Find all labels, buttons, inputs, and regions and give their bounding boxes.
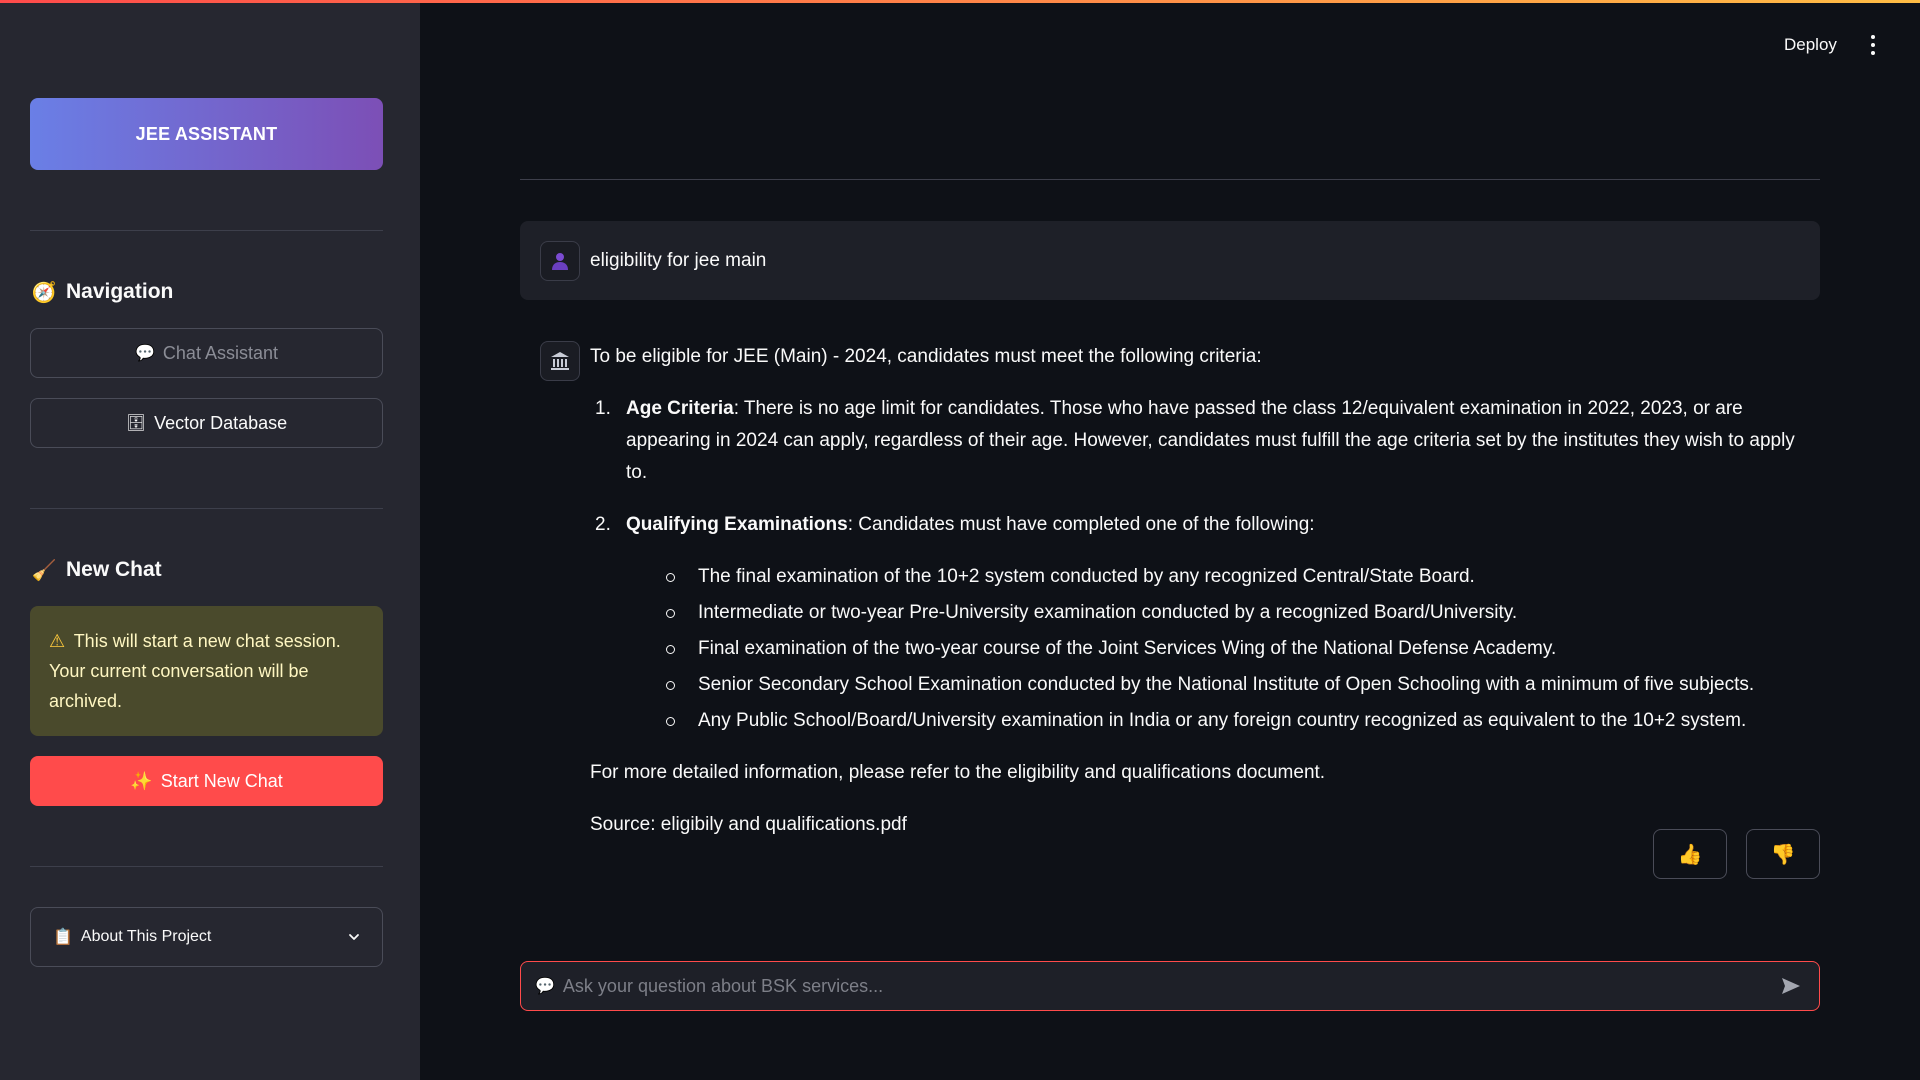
criteria-number: 2. (595, 514, 611, 535)
warning-icon: ⚠ (49, 631, 66, 651)
criteria-item: 1. Age Criteria: There is no age limit f… (590, 393, 1820, 489)
send-icon (1782, 978, 1800, 994)
nav-vector-database-button[interactable]: 🗄 Vector Database (30, 398, 383, 448)
sidebar-divider (30, 866, 383, 867)
send-button[interactable] (1777, 972, 1805, 1000)
speech-bubble-icon: 💬 (135, 345, 155, 362)
sidebar: JEE ASSISTANT 🧭 Navigation 💬 Chat Assist… (0, 0, 420, 1080)
navigation-heading: 🧭 Navigation (31, 280, 174, 304)
navigation-title: Navigation (66, 280, 174, 303)
user-avatar (540, 240, 580, 281)
brand-banner: JEE ASSISTANT (30, 98, 383, 170)
bank-icon (551, 352, 569, 370)
start-new-chat-button[interactable]: ✨ Start New Chat (30, 756, 383, 806)
chat-input[interactable] (562, 975, 1777, 997)
criteria-text: : There is no age limit for candidates. … (626, 398, 1795, 483)
chat-input-box[interactable]: 💬 (520, 961, 1820, 1011)
new-chat-warning: ⚠ This will start a new chat session. Yo… (30, 606, 383, 736)
thumbs-up-button[interactable]: 👍 (1653, 829, 1727, 879)
nav-chat-assistant-button[interactable]: 💬 Chat Assistant (30, 328, 383, 378)
assistant-message: To be eligible for JEE (Main) - 2024, ca… (590, 341, 1820, 861)
list-item: Intermediate or two-year Pre-University … (626, 597, 1820, 629)
nav-vector-database-label: Vector Database (154, 412, 288, 433)
sidebar-divider (30, 508, 383, 509)
list-item: Senior Secondary School Examination cond… (626, 669, 1820, 701)
list-item: Final examination of the two-year course… (626, 633, 1820, 665)
deploy-button[interactable]: Deploy (1770, 30, 1851, 60)
thumbs-down-icon: 👎 (1770, 843, 1796, 866)
clipboard-icon: 📋 (53, 929, 73, 946)
criteria-title: Qualifying Examinations (626, 514, 848, 535)
new-chat-heading: 🧹 New Chat (32, 558, 162, 582)
assistant-intro: To be eligible for JEE (Main) - 2024, ca… (590, 346, 1262, 367)
list-item: The final examination of the 10+2 system… (626, 561, 1820, 593)
user-icon (552, 252, 568, 270)
criteria-title: Age Criteria (626, 398, 734, 419)
assistant-source: Source: eligibily and qualifications.pdf (590, 814, 907, 835)
criteria-number: 1. (595, 398, 611, 419)
speech-bubble-icon: 💬 (535, 978, 555, 995)
chevron-down-icon (349, 934, 359, 940)
database-icon: 🗄 (125, 415, 147, 432)
compass-icon: 🧭 (31, 281, 57, 304)
user-message-text: eligibility for jee main (590, 249, 767, 271)
top-accent-bar (0, 0, 1920, 3)
assistant-closing: For more detailed information, please re… (590, 762, 1326, 783)
thumbs-down-button[interactable]: 👎 (1746, 829, 1820, 879)
list-item: Any Public School/Board/University exami… (626, 705, 1820, 737)
new-chat-warning-text: This will start a new chat session. Your… (49, 631, 341, 711)
qualifying-exams-list: The final examination of the 10+2 system… (626, 561, 1820, 737)
criteria-text: : Candidates must have completed one of … (847, 514, 1315, 535)
criteria-item: 2. Qualifying Examinations: Candidates m… (590, 509, 1820, 737)
criteria-list: 1. Age Criteria: There is no age limit f… (590, 393, 1820, 737)
thumbs-up-icon: 👍 (1677, 843, 1703, 866)
about-project-label: About This Project (80, 928, 212, 945)
nav-chat-assistant-label: Chat Assistant (162, 342, 278, 363)
user-message: eligibility for jee main (520, 221, 1820, 300)
start-new-chat-label: Start New Chat (160, 770, 283, 791)
sparkles-icon: ✨ (130, 770, 153, 791)
broom-icon: 🧹 (31, 559, 57, 582)
main-menu-icon[interactable] (1862, 32, 1884, 58)
about-project-expander[interactable]: 📋 About This Project (30, 907, 383, 967)
new-chat-title: New Chat (66, 558, 162, 581)
assistant-avatar (540, 341, 580, 381)
sidebar-divider (30, 230, 383, 231)
main-divider (520, 179, 1820, 180)
